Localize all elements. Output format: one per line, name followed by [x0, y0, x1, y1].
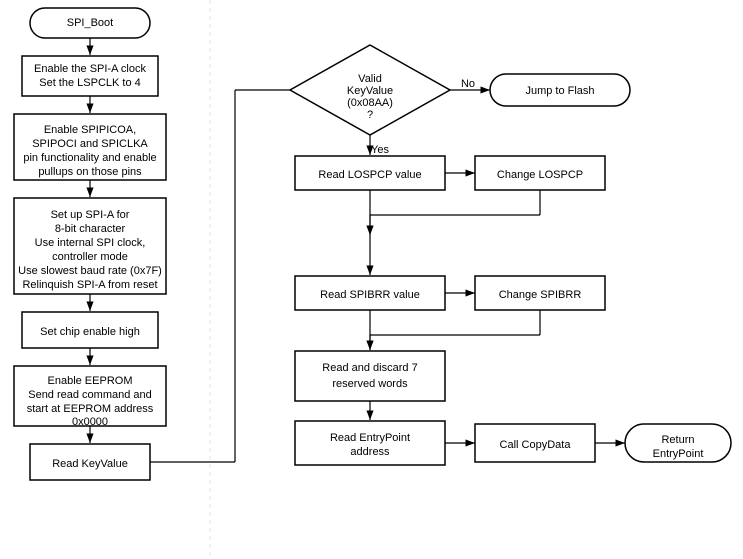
- read-lospcp-label: Read LOSPCP value: [318, 169, 421, 181]
- spipoci-label: SPIPOCI and SPICLKA: [32, 138, 148, 150]
- valid-keyvalue-label2: KeyValue: [347, 85, 393, 97]
- controller-mode-label: controller mode: [52, 251, 128, 263]
- valid-keyvalue-label3: (0x08AA): [347, 97, 393, 109]
- eight-bit-label: 8-bit character: [55, 223, 126, 235]
- change-lospcp-label: Change LOSPCP: [497, 169, 583, 181]
- pullups-label: pullups on those pins: [38, 166, 142, 178]
- change-spibrr-label: Change SPIBRR: [499, 289, 582, 301]
- spi-boot-label: SPI_Boot: [67, 17, 113, 29]
- read-spibrr-label: Read SPIBRR value: [320, 289, 420, 301]
- valid-keyvalue-label4: ?: [367, 109, 373, 121]
- setup-spi-label: Set up SPI-A for: [51, 209, 130, 221]
- return-entrypoint-label2: EntryPoint: [653, 448, 704, 460]
- enable-clock-label: Enable the SPI-A clock: [34, 63, 146, 75]
- set-lspclk-label: Set the LSPCLK to 4: [39, 77, 141, 89]
- enable-eeprom-label: Enable EEPROM: [48, 375, 133, 387]
- enable-spipicoa-label: Enable SPIPICOA,: [44, 124, 136, 136]
- relinquish-label: Relinquish SPI-A from reset: [22, 279, 157, 291]
- valid-keyvalue-label1: Valid: [358, 73, 382, 85]
- read-entrypoint-label2: address: [350, 446, 390, 458]
- yes-label: Yes: [371, 144, 389, 156]
- read-entrypoint-label1: Read EntryPoint: [330, 432, 410, 444]
- jump-to-flash-label: Jump to Flash: [525, 85, 594, 97]
- pin-func-label: pin functionality and enable: [23, 152, 156, 164]
- flowchart-diagram: SPI_Boot Enable the SPI-A clock Set the …: [0, 0, 743, 556]
- call-copydata-label: Call CopyData: [500, 439, 572, 451]
- baud-rate-label: Use slowest baud rate (0x7F): [18, 265, 162, 277]
- read-keyvalue-label: Read KeyValue: [52, 458, 128, 470]
- no-label: No: [461, 78, 475, 90]
- return-entrypoint-label1: Return: [661, 434, 694, 446]
- send-read-label: Send read command and: [28, 389, 152, 401]
- chip-enable-label: Set chip enable high: [40, 326, 140, 338]
- internal-clock-label: Use internal SPI clock,: [35, 237, 146, 249]
- read-discard-label2: reserved words: [332, 378, 408, 390]
- start-addr-label: start at EEPROM address: [27, 403, 154, 415]
- read-discard-label1: Read and discard 7: [322, 362, 417, 374]
